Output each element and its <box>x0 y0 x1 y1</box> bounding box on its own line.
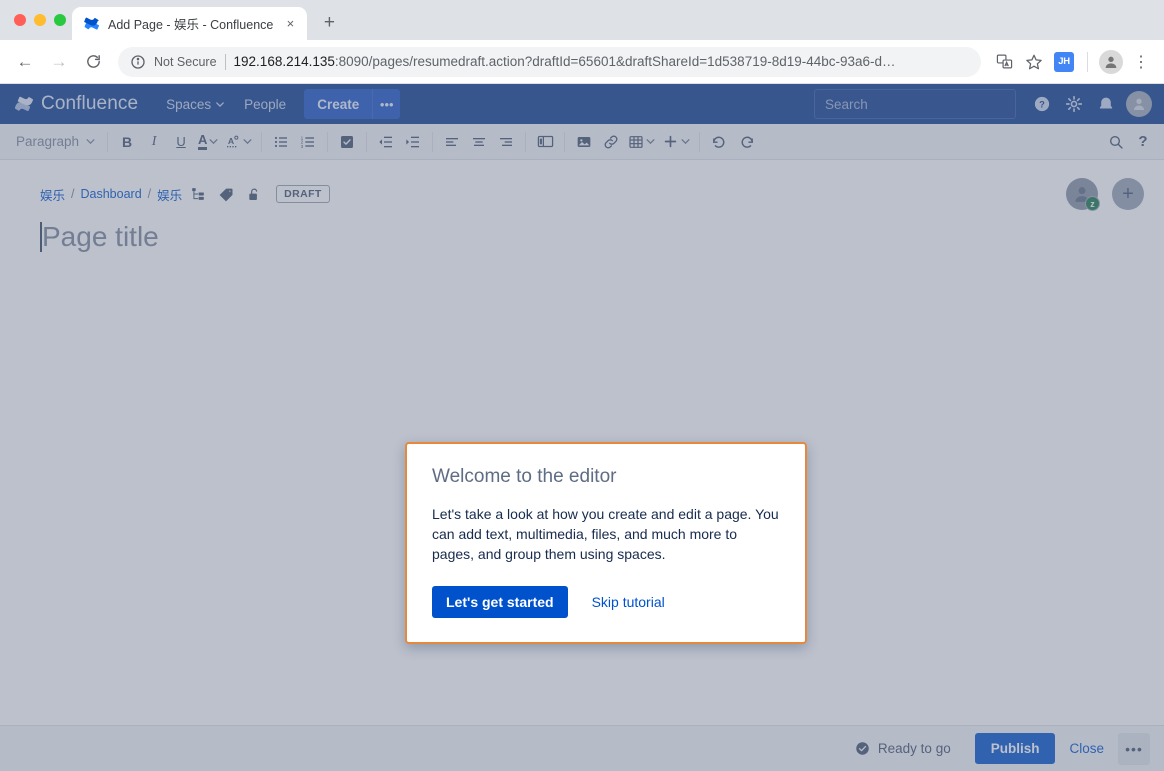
forward-button[interactable]: → <box>44 47 74 77</box>
skip-tutorial-button[interactable]: Skip tutorial <box>582 586 675 618</box>
reload-button[interactable] <box>78 47 108 77</box>
dialog-title: Welcome to the editor <box>432 466 617 487</box>
address-bar[interactable]: Not Secure 192.168.214.135:8090/pages/re… <box>118 46 981 77</box>
dialog-body-text: Let's take a look at how you create and … <box>432 506 779 562</box>
security-status-label: Not Secure <box>154 54 217 69</box>
person-glyph-icon <box>1105 56 1117 68</box>
address-bar-url: 192.168.214.135:8090/pages/resumedraft.a… <box>234 54 971 69</box>
extension-button[interactable]: JH <box>1051 49 1077 75</box>
new-tab-button[interactable]: + <box>315 9 343 37</box>
info-circle-icon <box>131 54 145 69</box>
bookmark-star-icon[interactable] <box>1021 49 1047 75</box>
back-button[interactable]: ← <box>10 47 40 77</box>
maximize-window-button[interactable] <box>54 14 66 26</box>
url-host: 192.168.214.135 <box>233 54 335 69</box>
page-viewport: Confluence Spaces People Create ••• ? <box>0 84 1164 771</box>
url-path: :8090/pages/resumedraft.action?draftId=6… <box>334 54 896 69</box>
star-glyph-icon <box>1026 54 1042 69</box>
translate-glyph-icon <box>996 54 1012 69</box>
browser-menu-button[interactable]: ⋮ <box>1128 49 1154 75</box>
browser-tab[interactable]: Add Page - 娱乐 - Confluence × <box>72 7 308 40</box>
tab-close-icon[interactable]: × <box>281 15 299 33</box>
lets-get-started-button[interactable]: Let's get started <box>432 586 568 618</box>
browser-profile-button[interactable] <box>1098 49 1124 75</box>
minimize-window-button[interactable] <box>34 14 46 26</box>
modal-overlay[interactable] <box>0 84 1164 771</box>
omnibox-divider <box>224 53 226 70</box>
browser-tab-title: Add Page - 娱乐 - Confluence <box>108 18 274 32</box>
extension-badge-label: JH <box>1054 51 1074 72</box>
browser-toolbar: ← → Not Secure 192.168.214.135:8090/page… <box>0 40 1164 84</box>
reload-icon <box>86 55 100 68</box>
window-controls <box>10 0 72 40</box>
welcome-dialog: Welcome to the editor Let's take a look … <box>405 442 807 644</box>
toolbar-divider <box>1087 51 1088 72</box>
profile-avatar-icon <box>1099 49 1123 74</box>
dialog-actions: Let's get started Skip tutorial <box>432 586 780 618</box>
browser-tab-strip: Add Page - 娱乐 - Confluence × + <box>0 0 1164 40</box>
confluence-favicon-icon <box>84 17 99 30</box>
translate-icon[interactable] <box>991 49 1017 75</box>
close-window-button[interactable] <box>14 14 26 26</box>
